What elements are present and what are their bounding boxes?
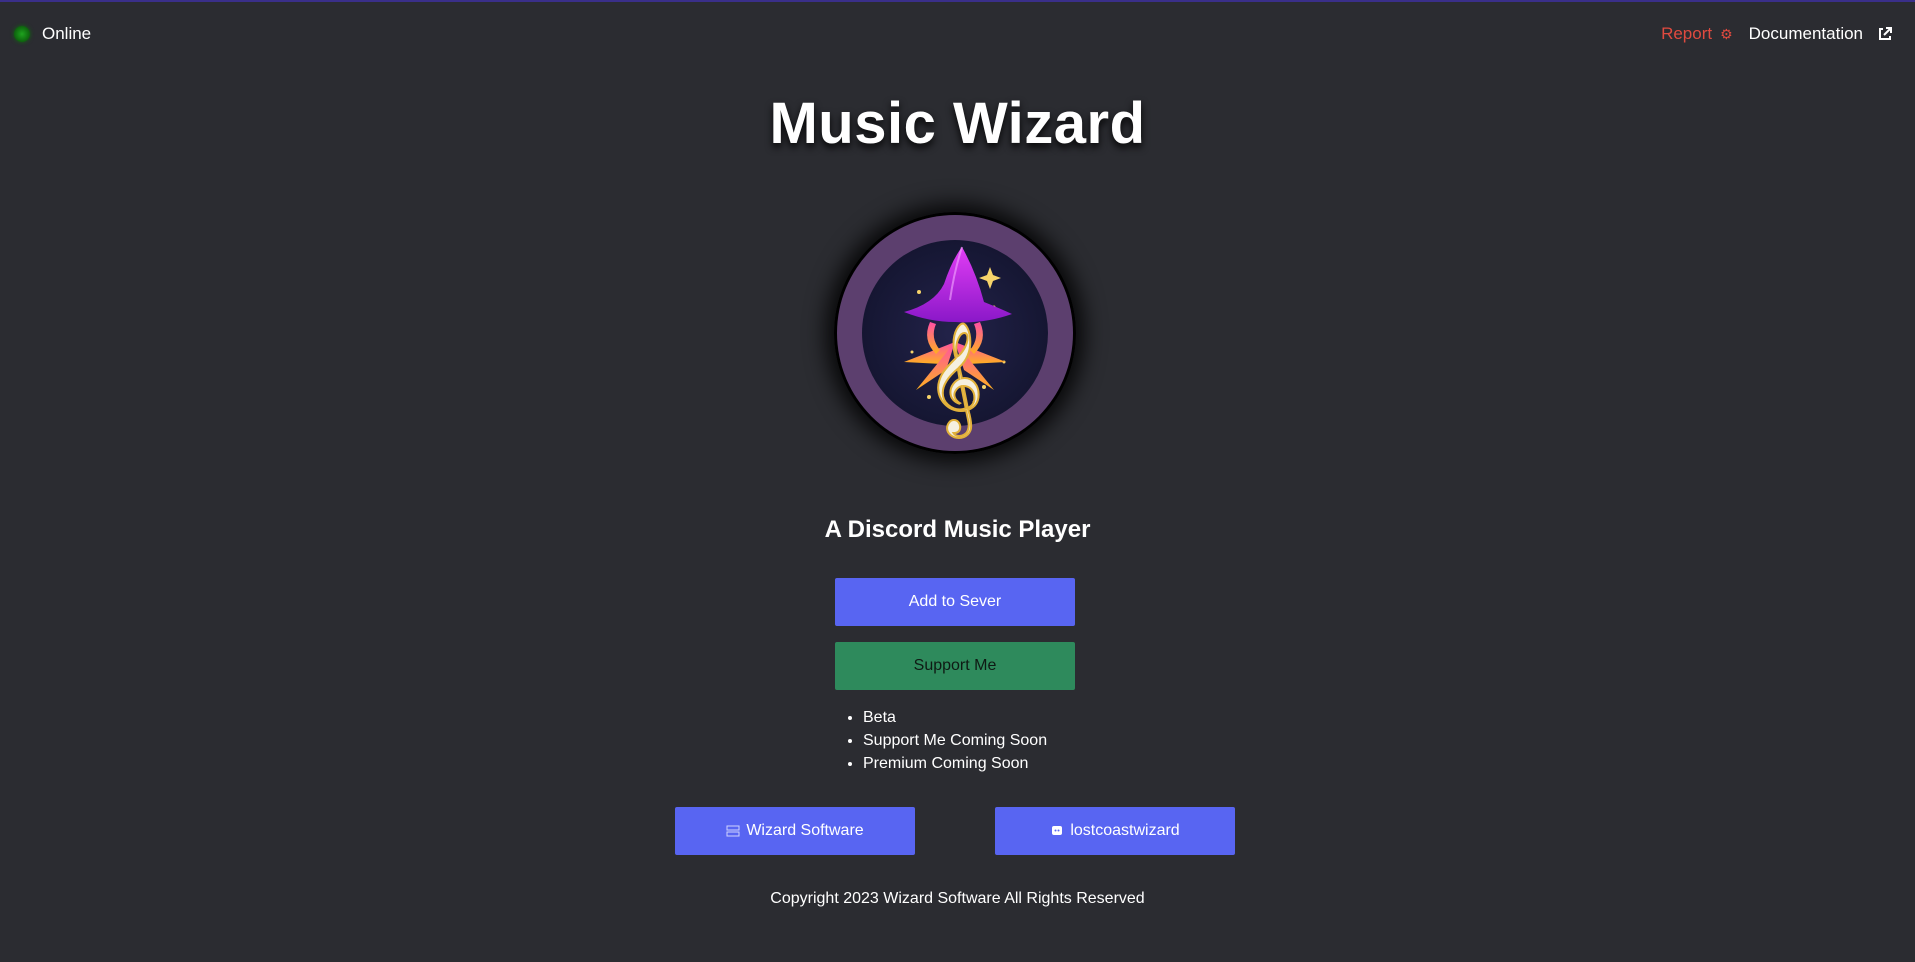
wizard-logo-icon: 𝄞 [834, 212, 1076, 454]
bug-icon: ⚙ [1720, 25, 1733, 42]
page-subtitle: A Discord Music Player [824, 516, 1091, 543]
documentation-link[interactable]: Documentation [1749, 24, 1893, 44]
discord-button[interactable]: lostcoastwizard [995, 807, 1235, 855]
documentation-label: Documentation [1748, 24, 1863, 43]
list-item: Support Me Coming Soon [863, 729, 1047, 752]
status-dot-icon [14, 26, 30, 42]
page-title: Music Wizard [769, 91, 1146, 156]
status-indicator: Online [14, 24, 91, 44]
external-link-icon [1879, 27, 1892, 40]
add-to-server-button[interactable]: Add to Sever [835, 578, 1075, 626]
top-nav: Report ⚙ Documentation [1661, 24, 1893, 44]
list-item: Beta [863, 706, 1047, 729]
footer-copyright: Copyright 2023 Wizard Software All Right… [770, 890, 1145, 907]
server-icon [726, 825, 740, 837]
wizard-software-button[interactable]: Wizard Software [675, 807, 915, 855]
status-label: Online [42, 24, 92, 43]
report-link[interactable]: Report ⚙ [1661, 24, 1733, 44]
discord-icon [1052, 826, 1063, 835]
svg-text:𝄞: 𝄞 [927, 321, 984, 438]
report-label: Report [1661, 24, 1713, 43]
discord-label: lostcoastwizard [1070, 822, 1180, 839]
feature-list: Beta Support Me Coming Soon Premium Comi… [835, 706, 1047, 775]
support-me-button[interactable]: Support Me [835, 642, 1075, 690]
top-accent-line [0, 0, 1915, 2]
list-item: Premium Coming Soon [863, 752, 1047, 775]
wizard-software-label: Wizard Software [746, 822, 864, 839]
logo: 𝄞 [834, 212, 1076, 454]
